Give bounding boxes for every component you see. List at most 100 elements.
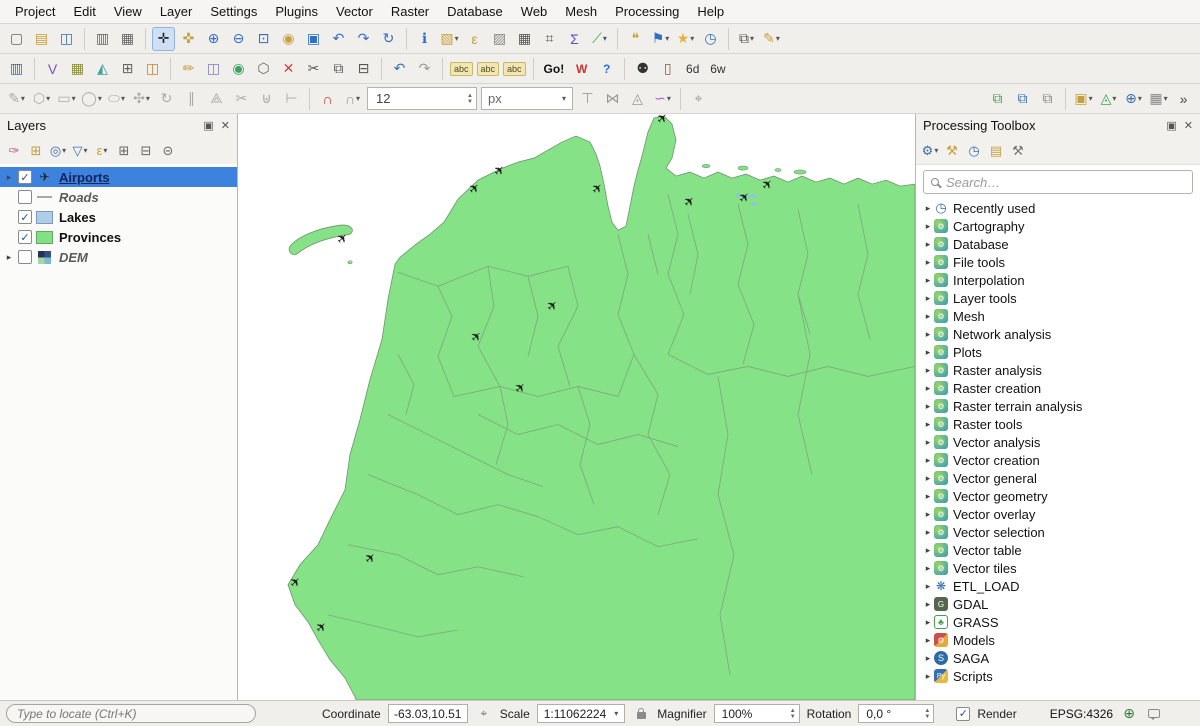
- layer-visibility-checkbox[interactable]: ✓: [18, 210, 32, 224]
- close-panel-icon[interactable]: ✕: [1184, 119, 1193, 132]
- vertex-tool-button[interactable]: ⬡: [252, 57, 275, 81]
- layer-labeling-options[interactable]: abc: [450, 62, 473, 76]
- zoom-in-button[interactable]: ⊕: [202, 27, 225, 51]
- expand-arrow-icon[interactable]: ▸: [3, 172, 15, 183]
- toolbox-group-vector-tiles[interactable]: ▸⚙Vector tiles: [916, 559, 1200, 577]
- style-dropdown-1-button[interactable]: ▣▾: [1072, 87, 1095, 111]
- cut-features-button[interactable]: ✂: [302, 57, 325, 81]
- go-button[interactable]: Go!: [540, 57, 569, 81]
- add-group-button[interactable]: ⊞: [26, 141, 46, 161]
- expand-arrow-icon[interactable]: ▸: [922, 581, 934, 592]
- crs-globe-icon[interactable]: ⊕: [1120, 705, 1138, 723]
- show-bookmarks-button[interactable]: ★▾: [674, 27, 697, 51]
- select-features-button[interactable]: ▧▾: [438, 27, 461, 51]
- expand-arrow-icon[interactable]: ▸: [922, 545, 934, 556]
- menu-database[interactable]: Database: [438, 0, 512, 23]
- add-vector-layer-button[interactable]: V: [41, 57, 64, 81]
- add-feature-button[interactable]: ◉: [227, 57, 250, 81]
- toggle-editing-button[interactable]: ✏: [177, 57, 200, 81]
- expand-all-button[interactable]: ⊞: [114, 141, 134, 161]
- toolbox-group-raster-terrain-analysis[interactable]: ▸⚙Raster terrain analysis: [916, 397, 1200, 415]
- reshape-features-button[interactable]: ⟁: [205, 87, 228, 111]
- render-checkbox-group[interactable]: ✓ Render: [953, 707, 1016, 721]
- pan-map-button[interactable]: ✛: [152, 27, 175, 51]
- topological-editing-button[interactable]: ⊤: [576, 87, 599, 111]
- undo-button[interactable]: ↶: [388, 57, 411, 81]
- toolbox-group-scripts[interactable]: ▸PyScripts: [916, 667, 1200, 685]
- annotation-tools-button[interactable]: ✎▾: [760, 27, 783, 51]
- current-edits-button[interactable]: ✎▾: [5, 87, 28, 111]
- expand-arrow-icon[interactable]: ▸: [922, 509, 934, 520]
- options-button[interactable]: ⚒: [1008, 141, 1028, 161]
- show-layout-manager-button[interactable]: ▦: [116, 27, 139, 51]
- messages-icon[interactable]: [1145, 705, 1163, 723]
- close-panel-icon[interactable]: ✕: [221, 119, 230, 132]
- zoom-last-button[interactable]: ↶: [327, 27, 350, 51]
- merge-features-button[interactable]: ⊎: [255, 87, 278, 111]
- toolbox-group-cartography[interactable]: ▸⚙Cartography: [916, 217, 1200, 235]
- expand-arrow-icon[interactable]: ▸: [922, 599, 934, 610]
- first-aid-debug-button[interactable]: 6d: [681, 57, 704, 81]
- enable-tracing-button[interactable]: ∽▾: [651, 87, 674, 111]
- toolbox-group-layer-tools[interactable]: ▸⚙Layer tools: [916, 289, 1200, 307]
- toolbox-group-network-analysis[interactable]: ▸⚙Network analysis: [916, 325, 1200, 343]
- save-layer-edits-button[interactable]: ◫: [202, 57, 225, 81]
- remove-layer-button[interactable]: ⊝: [158, 141, 178, 161]
- toolbox-group-vector-creation[interactable]: ▸⚙Vector creation: [916, 451, 1200, 469]
- new-bookmark-button[interactable]: ⚑▾: [649, 27, 672, 51]
- menu-project[interactable]: Project: [6, 0, 64, 23]
- expand-arrow-icon[interactable]: ▸: [922, 671, 934, 682]
- trim-extend-button[interactable]: ⊢: [280, 87, 303, 111]
- toolbox-group-raster-analysis[interactable]: ▸⚙Raster analysis: [916, 361, 1200, 379]
- first-aid-watch-button[interactable]: 6w: [706, 57, 729, 81]
- offset-curve-button[interactable]: ∥: [180, 87, 203, 111]
- expand-arrow-icon[interactable]: ▸: [922, 257, 934, 268]
- lock-scale-icon[interactable]: [632, 705, 650, 723]
- toolbar-overflow-button[interactable]: »: [1172, 87, 1195, 111]
- collapse-all-button[interactable]: ⊟: [136, 141, 156, 161]
- snap-on-intersections-button[interactable]: ⋈: [601, 87, 624, 111]
- toolbox-group-raster-creation[interactable]: ▸⚙Raster creation: [916, 379, 1200, 397]
- add-circle-button[interactable]: ◯▾: [80, 87, 103, 111]
- toolbox-group-vector-table[interactable]: ▸⚙Vector table: [916, 541, 1200, 559]
- toolbox-group-database[interactable]: ▸⚙Database: [916, 235, 1200, 253]
- add-raster-layer-button[interactable]: ▦: [66, 57, 89, 81]
- open-attribute-table-button[interactable]: ▦: [513, 27, 536, 51]
- self-snapping-button[interactable]: ◬: [626, 87, 649, 111]
- field-calculator-button[interactable]: ⌗: [538, 27, 561, 51]
- add-mesh-layer-button[interactable]: ◭: [91, 57, 114, 81]
- advanced-digitizing-panel-button[interactable]: ⌖: [687, 87, 710, 111]
- move-feature-button[interactable]: ✣▾: [130, 87, 153, 111]
- toolbox-group-mesh[interactable]: ▸⚙Mesh: [916, 307, 1200, 325]
- toolbox-group-file-tools[interactable]: ▸⚙File tools: [916, 253, 1200, 271]
- menu-layer[interactable]: Layer: [151, 0, 202, 23]
- layer-item-provinces[interactable]: ✓Provinces: [0, 227, 237, 247]
- toolbox-group-recently-used[interactable]: ▸◷Recently used: [916, 199, 1200, 217]
- expand-arrow-icon[interactable]: ▸: [922, 473, 934, 484]
- filter-by-expression-button[interactable]: ε▾: [92, 141, 112, 161]
- layer-visibility-checkbox[interactable]: [18, 190, 32, 204]
- filter-legend-button[interactable]: ▽▾: [70, 141, 90, 161]
- bug-reporter-plugin-button[interactable]: ⚉: [631, 57, 654, 81]
- whats-this-help-button[interactable]: ?: [595, 57, 618, 81]
- identify-features-button[interactable]: ℹ: [413, 27, 436, 51]
- open-data-source-manager-button[interactable]: ▥: [5, 57, 28, 81]
- redo-button[interactable]: ↷: [413, 57, 436, 81]
- toolbox-group-grass[interactable]: ▸♣GRASS: [916, 613, 1200, 631]
- menu-plugins[interactable]: Plugins: [266, 0, 327, 23]
- manage-map-themes-button[interactable]: ◎▾: [48, 141, 68, 161]
- expand-arrow-icon[interactable]: ▸: [922, 401, 934, 412]
- zoom-full-button[interactable]: ⊡: [252, 27, 275, 51]
- toolbox-search-input[interactable]: [946, 175, 1185, 190]
- layer-visibility-checkbox[interactable]: [18, 250, 32, 264]
- expand-arrow-icon[interactable]: ▸: [922, 239, 934, 250]
- expand-arrow-icon[interactable]: ▸: [922, 365, 934, 376]
- toolbox-group-vector-analysis[interactable]: ▸⚙Vector analysis: [916, 433, 1200, 451]
- menu-settings[interactable]: Settings: [201, 0, 266, 23]
- menu-raster[interactable]: Raster: [382, 0, 438, 23]
- expand-arrow-icon[interactable]: ▸: [3, 252, 15, 263]
- toolbox-group-saga[interactable]: ▸SSAGA: [916, 649, 1200, 667]
- new-project-button[interactable]: ▢: [5, 27, 28, 51]
- layer-visibility-checkbox[interactable]: ✓: [18, 230, 32, 244]
- duplicate-layer-button[interactable]: ⧉: [1011, 87, 1034, 111]
